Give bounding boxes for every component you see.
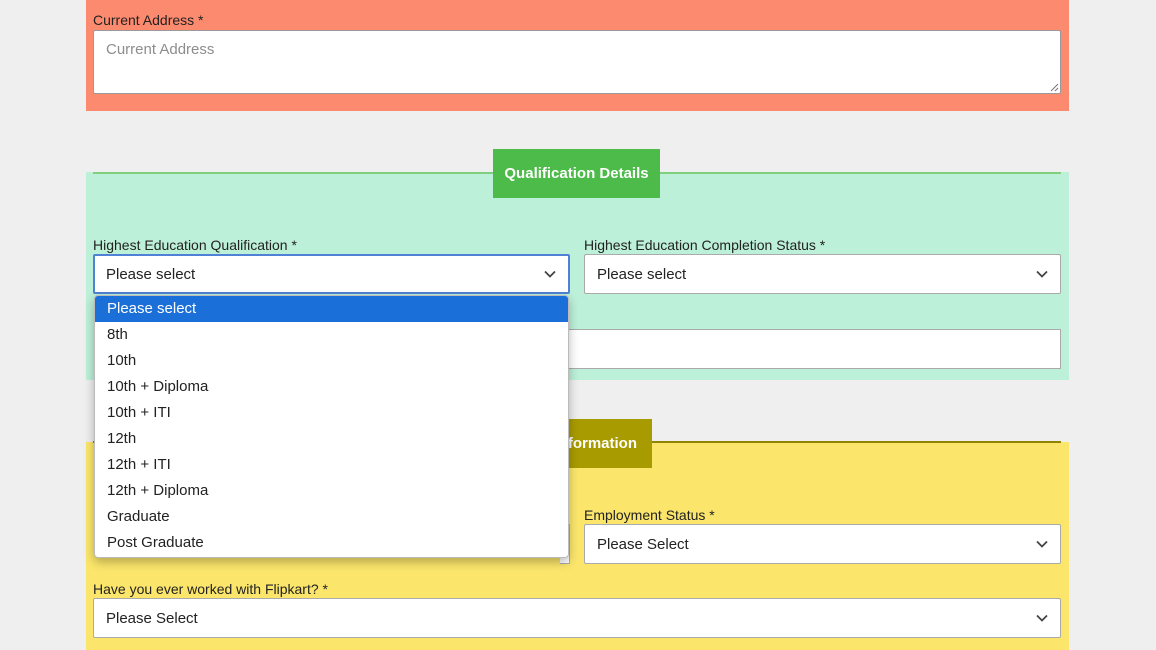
employment-status-select[interactable]: Please Select [584,524,1061,564]
chevron-down-icon [1036,614,1048,622]
employment-status-value: Please Select [597,535,689,553]
option-12th[interactable]: 12th [95,426,568,452]
chevron-down-icon [544,270,556,278]
qualification-heading: Qualification Details [493,149,660,198]
chevron-down-icon [1036,270,1048,278]
option-12th-iti[interactable]: 12th + ITI [95,452,568,478]
flipkart-worked-label: Have you ever worked with Flipkart? * [93,581,328,597]
highest-education-select[interactable]: Please select [93,254,570,294]
flipkart-worked-value: Please Select [106,609,198,627]
highest-education-dropdown[interactable]: Please select 8th 10th 10th + Diploma 10… [94,295,569,558]
completion-status-select[interactable]: Please select [584,254,1061,294]
option-10th-iti[interactable]: 10th + ITI [95,400,568,426]
highest-education-label: Highest Education Qualification * [93,237,297,253]
option-graduate[interactable]: Graduate [95,504,568,530]
chevron-down-icon [1036,540,1048,548]
option-post-graduate[interactable]: Post Graduate [95,530,568,556]
qualification-extra-field[interactable] [567,329,1061,369]
highest-education-value: Please select [106,265,196,283]
option-10th-diploma[interactable]: 10th + Diploma [95,374,568,400]
option-8th[interactable]: 8th [95,322,568,348]
resize-handle-icon[interactable] [1049,82,1059,92]
completion-status-value: Please select [597,265,687,283]
current-address-placeholder: Current Address [106,41,215,58]
current-address-label: Current Address * [93,12,204,28]
option-please-select[interactable]: Please select [95,296,568,322]
option-10th[interactable]: 10th [95,348,568,374]
current-address-textarea[interactable] [93,30,1061,94]
completion-status-label: Highest Education Completion Status * [584,237,826,253]
employment-status-label: Employment Status * [584,507,715,523]
option-12th-diploma[interactable]: 12th + Diploma [95,478,568,504]
flipkart-worked-select[interactable]: Please Select [93,598,1061,638]
